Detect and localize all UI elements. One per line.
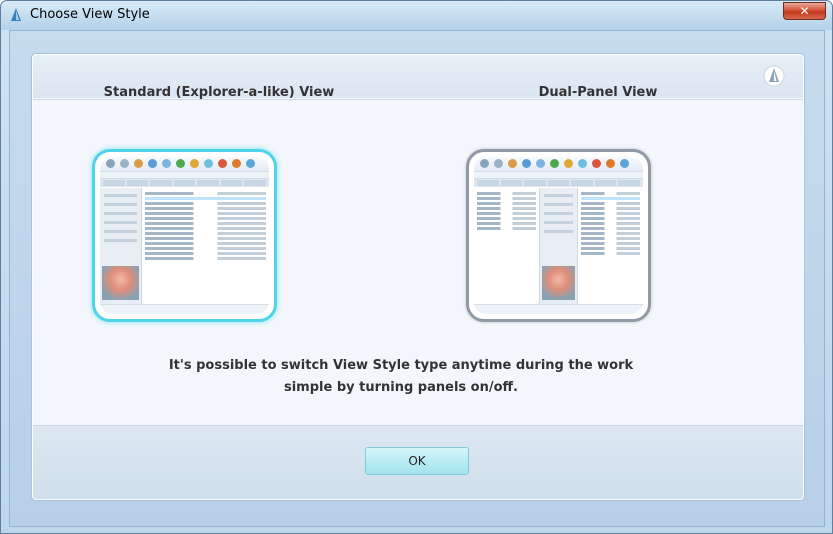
dialog-window: Choose View Style ✕ Standard (Explorer-a… bbox=[0, 0, 833, 534]
preview-file-list bbox=[142, 188, 269, 304]
preview-image-thumbnail bbox=[102, 266, 139, 300]
preview-right-pane bbox=[578, 188, 643, 304]
brand-logo-icon bbox=[763, 65, 785, 87]
preview-panes bbox=[474, 188, 643, 304]
preview-toolbar bbox=[474, 157, 643, 171]
preview-toolbar bbox=[100, 157, 269, 171]
title-bar[interactable]: Choose View Style ✕ bbox=[1, 1, 832, 30]
preview-sidebar bbox=[100, 188, 142, 304]
dual-panel-view-preview bbox=[474, 157, 643, 314]
preview-address-bar bbox=[474, 171, 643, 179]
preview-left-pane bbox=[474, 188, 540, 304]
close-button[interactable]: ✕ bbox=[783, 2, 826, 20]
preview-status-bar bbox=[100, 304, 269, 314]
preview-tabs bbox=[474, 179, 643, 187]
app-logo-icon bbox=[11, 8, 21, 21]
preview-image-thumbnail bbox=[542, 266, 575, 300]
info-message-line-1: It's possible to switch View Style type … bbox=[168, 358, 634, 373]
dual-panel-view-title: Dual-Panel View bbox=[538, 85, 658, 100]
standard-view-title: Standard (Explorer-a-like) View bbox=[103, 85, 335, 100]
preview-body bbox=[474, 188, 643, 304]
info-message-line-2: simple by turning panels on/off. bbox=[283, 380, 519, 395]
close-icon: ✕ bbox=[799, 4, 810, 18]
preview-status-bar bbox=[474, 304, 643, 314]
dual-panel-view-thumbnail[interactable] bbox=[466, 149, 651, 322]
standard-view-thumbnail[interactable] bbox=[92, 149, 277, 322]
preview-tabs bbox=[100, 179, 269, 187]
ok-button[interactable]: OK bbox=[365, 447, 469, 475]
preview-body bbox=[100, 188, 269, 304]
standard-view-preview bbox=[100, 157, 269, 314]
preview-sidebar bbox=[540, 188, 578, 304]
info-message: It's possible to switch View Style type … bbox=[101, 355, 701, 399]
preview-address-bar bbox=[100, 171, 269, 179]
window-title: Choose View Style bbox=[30, 7, 150, 22]
